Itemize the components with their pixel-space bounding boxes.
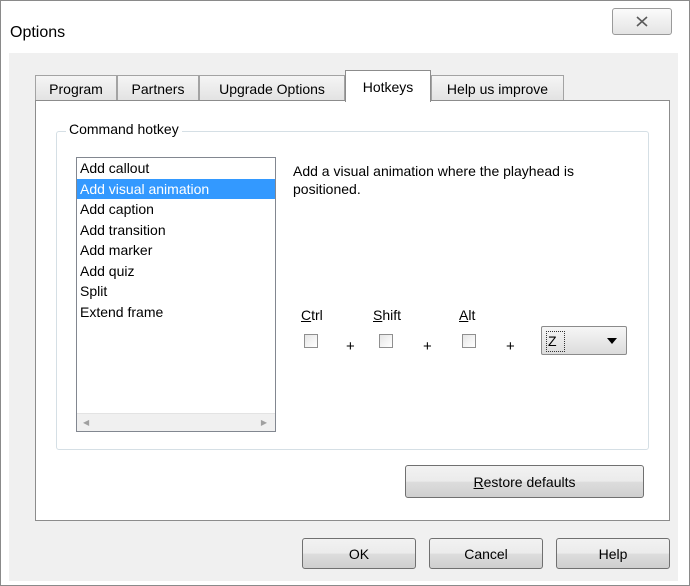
- close-button[interactable]: [612, 8, 672, 35]
- tab-label: Hotkeys: [362, 78, 414, 95]
- alt-label-rest: lt: [468, 307, 476, 323]
- restore-mnemonic: R: [473, 473, 484, 490]
- close-icon: [636, 16, 648, 27]
- tab-program[interactable]: Program: [35, 75, 117, 101]
- tab-hotkeys[interactable]: Hotkeys: [345, 70, 431, 102]
- ctrl-checkbox[interactable]: [304, 334, 318, 348]
- tab-label: Program: [49, 80, 103, 97]
- key-combobox[interactable]: Z: [541, 326, 627, 355]
- horizontal-scrollbar[interactable]: ◀ ▶: [77, 413, 275, 431]
- shift-label: Shift: [373, 307, 401, 323]
- list-item[interactable]: Add quiz: [77, 261, 275, 282]
- command-hotkey-group: Command hotkey Add callout Add visual an…: [56, 121, 649, 450]
- group-label: Command hotkey: [66, 121, 182, 137]
- tab-help-us-improve[interactable]: Help us improve: [431, 75, 564, 101]
- tab-partners[interactable]: Partners: [117, 75, 199, 101]
- list-item[interactable]: Split: [77, 281, 275, 302]
- scroll-right-icon[interactable]: ▶: [261, 418, 267, 427]
- list-item-selected[interactable]: Add visual animation: [77, 178, 275, 199]
- list-item[interactable]: Add marker: [77, 240, 275, 261]
- alt-label: Alt: [459, 307, 475, 323]
- ok-label: OK: [348, 545, 370, 562]
- shift-label-rest: hift: [382, 307, 402, 323]
- restore-label-rest: estore defaults: [483, 473, 576, 490]
- plus-sign: +: [423, 338, 432, 355]
- tab-label: Help us improve: [446, 80, 549, 97]
- chevron-down-icon: [607, 338, 617, 344]
- list-item[interactable]: Extend frame: [77, 302, 275, 323]
- list-item[interactable]: Add caption: [77, 199, 275, 220]
- ctrl-mnemonic: C: [301, 307, 312, 323]
- shift-checkbox[interactable]: [379, 334, 393, 348]
- list-item[interactable]: Add transition: [77, 220, 275, 241]
- shift-mnemonic: S: [373, 307, 383, 323]
- restore-defaults-button[interactable]: Restore defaults: [405, 465, 644, 498]
- ok-button[interactable]: OK: [302, 538, 416, 569]
- ctrl-label-rest: trl: [311, 307, 323, 323]
- help-button[interactable]: Help: [556, 538, 670, 569]
- command-listbox[interactable]: Add callout Add visual animation Add cap…: [76, 157, 276, 432]
- cancel-button[interactable]: Cancel: [429, 538, 543, 569]
- scroll-left-icon[interactable]: ◀: [83, 418, 89, 427]
- alt-checkbox[interactable]: [462, 334, 476, 348]
- dialog-title: Options: [10, 24, 66, 41]
- ctrl-label: Ctrl: [301, 307, 323, 323]
- help-label: Help: [598, 545, 628, 562]
- plus-sign: +: [506, 338, 515, 355]
- hotkeys-panel: Command hotkey Add callout Add visual an…: [35, 100, 670, 521]
- plus-sign: +: [346, 338, 355, 355]
- tab-label: Upgrade Options: [219, 80, 325, 97]
- tab-label: Partners: [131, 80, 185, 97]
- key-value: Z: [546, 331, 565, 352]
- list-item[interactable]: Add callout: [77, 158, 275, 179]
- tab-upgrade-options[interactable]: Upgrade Options: [199, 75, 345, 101]
- command-description: Add a visual animation where the playhea…: [293, 163, 574, 197]
- alt-mnemonic: A: [459, 307, 469, 323]
- cancel-label: Cancel: [464, 545, 508, 562]
